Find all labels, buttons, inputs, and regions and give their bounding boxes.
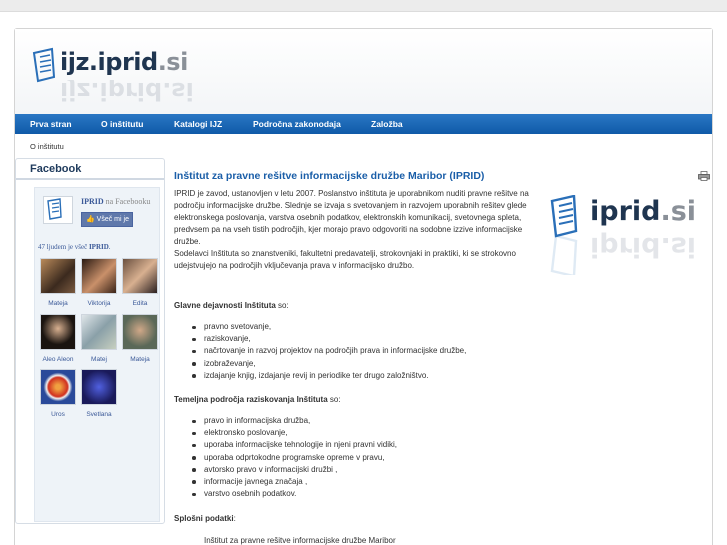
breadcrumb[interactable]: O inštitutu [30,142,64,151]
nav-item-katalogi[interactable]: Katalogi IJZ [174,119,222,129]
nav-item-zalozba[interactable]: Založba [371,119,403,129]
fan-name[interactable]: Viktorija [79,300,119,307]
nav-item-o-institutu[interactable]: O inštitutu [101,119,144,129]
fan-avatar[interactable] [40,314,76,350]
iprid-logo-reflection: iprid.si [590,232,697,260]
general-heading: Splošni podatki: [174,514,236,523]
research-list: pravo in informacijska družba, elektrons… [190,415,397,500]
list-item: raziskovanje, [190,333,466,345]
article-paragraph-2: Sodelavci Inštituta so znanstveniki, fak… [174,249,516,270]
list-item: pravno svetovanje, [190,321,466,333]
fan-item[interactable]: Svetlana [79,369,119,418]
site-logo-text[interactable]: ijz.iprid.si [60,48,188,76]
fan-name[interactable]: Mateja [38,300,78,307]
activities-list: pravno svetovanje, raziskovanje, načrtov… [190,321,466,382]
fan-name[interactable]: Uros [38,411,78,418]
list-item: uporaba odprtokodne programske opreme v … [190,452,397,464]
fan-name[interactable]: Aleo Aleon [38,356,78,363]
fan-avatar[interactable] [122,314,158,350]
fan-name[interactable]: Mateja [120,356,160,363]
list-item: uporaba informacijske tehnologije in nje… [190,439,397,451]
fan-item[interactable]: Edita [120,258,160,307]
fan-item[interactable]: Viktorija [79,258,119,307]
list-item: načrtovanje in razvoj projektov na podro… [190,345,466,357]
fan-item[interactable]: Aleo Aleon [38,314,78,363]
fan-item[interactable]: Matej [79,314,119,363]
list-item: avtorsko pravo v informacijski družbi , [190,464,397,476]
fan-item[interactable]: Uros [38,369,78,418]
iprid-logo-text: iprid.si [590,196,697,227]
nav-item-zakonodaja[interactable]: Področna zakonodaja [253,119,341,129]
fan-avatar[interactable] [81,369,117,405]
list-item: izobraževanje, [190,358,466,370]
list-item: informacije javnega značaja , [190,476,397,488]
fan-name[interactable]: Matej [79,356,119,363]
list-item: elektronsko poslovanje, [190,427,397,439]
address-line: Inštitut za pravne rešitve informacijske… [204,536,396,545]
fb-page-link[interactable]: IPRID na Facebooku [81,197,150,206]
fan-name[interactable]: Svetlana [79,411,119,418]
fan-avatar[interactable] [81,314,117,350]
fan-item[interactable]: Mateja [120,314,160,363]
print-icon[interactable] [698,171,710,181]
fb-like-button[interactable]: 👍 Všeč mi je [81,212,133,227]
browser-top-strip [0,0,727,12]
fan-avatar[interactable] [40,369,76,405]
fan-avatar[interactable] [40,258,76,294]
thumbs-up-icon: 👍 [86,216,97,223]
article-title[interactable]: Inštitut za pravne rešitve informacijske… [174,170,694,182]
main-nav: Prva stran O inštitutu Katalogi IJZ Podr… [15,114,712,134]
sidebar-title: Facebook [30,163,82,175]
list-item: pravo in informacijska družba, [190,415,397,427]
nav-item-prva-stran[interactable]: Prva stran [30,119,72,129]
list-item: izdajanje knjig, izdajanje revij in peri… [190,370,466,382]
fb-likes-count: 47 ljudem je všeč IPRID. [38,243,111,251]
fb-page-logo[interactable] [43,196,73,224]
activities-heading: Glavne dejavnosti Inštituta so: [174,301,289,310]
list-item: varstvo osebnih podatkov. [190,488,397,500]
site-logo-reflection: ijz.iprid.si [60,80,194,102]
research-heading: Temeljna področja raziskovanja Inštituta… [174,395,341,404]
fan-name[interactable]: Edita [120,300,160,307]
article-paragraph-1: IPRID je zavod, ustanovljen v letu 2007.… [174,189,529,246]
sidebar-divider [16,178,164,180]
fan-avatar[interactable] [122,258,158,294]
fan-item[interactable]: Mateja [38,258,78,307]
fan-avatar[interactable] [81,258,117,294]
